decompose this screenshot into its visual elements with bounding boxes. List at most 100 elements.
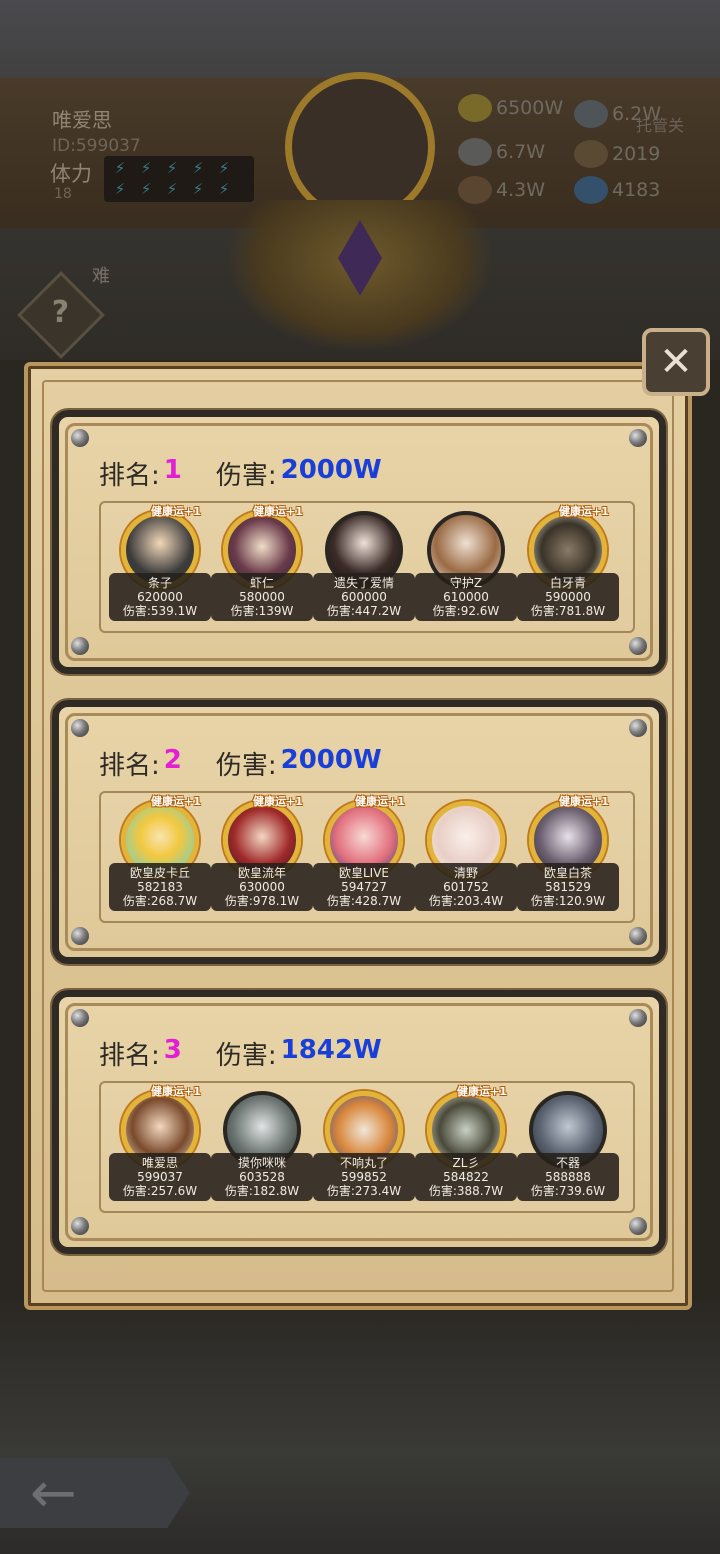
lightning-icon: ⚡ — [114, 180, 126, 198]
member-damage: 伤害:182.8W — [224, 1184, 300, 1198]
stone-icon — [458, 138, 492, 166]
member-slot[interactable]: 健康运+1 虾仁 580000 伤害:139W — [211, 505, 313, 641]
stamina-label: 体力 — [50, 162, 92, 186]
buff-badge: 健康运+1 — [151, 1085, 201, 1098]
member-name: 不响丸了 — [339, 1156, 388, 1170]
difficulty-tab[interactable]: 难 — [92, 262, 110, 288]
member-slot[interactable]: 健康运+1 欧皇流年 630000 伤害:978.1W — [211, 795, 313, 931]
buff-badge: 健康运+1 — [253, 795, 303, 808]
member-slot[interactable]: 守护Z 610000 伤害:92.6W — [415, 511, 517, 641]
member-score: 630000 — [239, 880, 285, 894]
buff-badge: 健康运+1 — [355, 795, 405, 808]
member-name: 守护Z — [449, 576, 483, 590]
resource-crystal: 4183 — [574, 176, 660, 204]
member-score: 590000 — [545, 590, 591, 604]
member-slot[interactable]: 不器 588888 伤害:739.6W — [517, 1091, 619, 1221]
rank-number: 1 — [163, 455, 182, 485]
resource-gold: 6500W — [458, 94, 563, 122]
member-slot[interactable]: 健康运+1 条子 620000 伤害:539.1W — [109, 505, 211, 641]
damage-label: 伤害: — [215, 1041, 277, 1071]
member-damage: 伤害:781.8W — [530, 604, 606, 618]
damage-label: 伤害: — [215, 461, 277, 491]
rivet-icon — [629, 719, 647, 737]
iron-icon — [574, 100, 608, 128]
member-score: 601752 — [443, 880, 489, 894]
rank-header: 排名: 3 伤害: 1842W — [99, 1035, 382, 1072]
member-damage: 伤害:92.6W — [432, 604, 500, 618]
member-slot[interactable]: 不响丸了 599852 伤害:273.4W — [313, 1091, 415, 1221]
member-score: 603528 — [239, 1170, 285, 1184]
lightning-icon: ⚡ — [166, 159, 178, 177]
member-damage: 伤害:257.6W — [122, 1184, 198, 1198]
member-name: 不器 — [555, 1156, 580, 1170]
close-button[interactable]: ✕ — [642, 328, 710, 396]
member-slot[interactable]: 健康运+1 欧皇皮卡丘 582183 伤害:268.7W — [109, 795, 211, 931]
rank-label: 排名: — [99, 1041, 160, 1071]
member-damage: 伤害:739.6W — [530, 1184, 606, 1198]
member-damage: 伤害:273.4W — [326, 1184, 402, 1198]
member-info: 欧皇LIVE 594727 伤害:428.7W — [313, 863, 415, 911]
member-slot[interactable]: 健康运+1 欧皇白茶 581529 伤害:120.9W — [517, 795, 619, 931]
back-button[interactable]: ← — [0, 1458, 190, 1528]
rank-number: 2 — [163, 745, 182, 775]
member-slot[interactable]: 清野 601752 伤害:203.4W — [415, 801, 517, 931]
lightning-icon: ⚡ — [166, 180, 178, 198]
team-damage: 2000W — [280, 455, 382, 485]
member-name: 条子 — [147, 576, 172, 590]
lightning-icon: ⚡ — [140, 180, 152, 198]
rivet-icon — [629, 429, 647, 447]
member-list: 健康运+1 条子 620000 伤害:539.1W 健康运+1 虾仁 58000… — [99, 501, 635, 633]
member-slot[interactable]: 健康运+1 欧皇LIVE 594727 伤害:428.7W — [313, 795, 415, 931]
lightning-icon: ⚡ — [140, 159, 152, 177]
member-info: 欧皇皮卡丘 582183 伤害:268.7W — [109, 863, 211, 911]
buff-badge: 健康运+1 — [151, 795, 201, 808]
member-slot[interactable]: 摸你咪咪 603528 伤害:182.8W — [211, 1091, 313, 1221]
member-slot[interactable]: 健康运+1 ZL彡 584822 伤害:388.7W — [415, 1085, 517, 1221]
scroll-icon — [574, 140, 608, 168]
member-name: 白牙青 — [549, 576, 586, 590]
member-score: 620000 — [137, 590, 183, 604]
member-score: 588888 — [545, 1170, 591, 1184]
member-name: ZL彡 — [452, 1156, 480, 1170]
rivet-icon — [71, 429, 89, 447]
rivet-icon — [71, 1217, 89, 1235]
member-score: 599037 — [137, 1170, 183, 1184]
stamina-value: 18 — [54, 186, 72, 202]
member-list: 健康运+1 唯爱思 599037 伤害:257.6W 摸你咪咪 603528 伤… — [99, 1081, 635, 1213]
member-damage: 伤害:268.7W — [122, 894, 198, 908]
lightning-icon: ⚡ — [218, 159, 230, 177]
lightning-icon: ⚡ — [218, 180, 230, 198]
member-name: 摸你咪咪 — [237, 1156, 286, 1170]
member-slot[interactable]: 健康运+1 唯爱思 599037 伤害:257.6W — [109, 1085, 211, 1221]
member-name: 清野 — [453, 866, 478, 880]
member-damage: 伤害:539.1W — [122, 604, 198, 618]
rank-number: 3 — [163, 1035, 182, 1065]
team-damage: 1842W — [280, 1035, 382, 1065]
member-name: 唯爱思 — [141, 1156, 178, 1170]
rank-label: 排名: — [99, 461, 160, 491]
damage-label: 伤害: — [215, 751, 277, 781]
rank-card: 排名: 3 伤害: 1842W 健康运+1 唯爱思 599037 伤害:257.… — [52, 990, 666, 1254]
question-icon: ? — [51, 294, 70, 330]
rivet-icon — [71, 927, 89, 945]
auto-mode-button[interactable]: 托管关 — [636, 112, 684, 136]
member-info: 清野 601752 伤害:203.4W — [415, 863, 517, 911]
member-slot[interactable]: 健康运+1 白牙青 590000 伤害:781.8W — [517, 505, 619, 641]
member-info: 虾仁 580000 伤害:139W — [211, 573, 313, 621]
member-score: 594727 — [341, 880, 387, 894]
member-name: 遗失了爱情 — [333, 576, 394, 590]
member-score: 581529 — [545, 880, 591, 894]
member-damage: 伤害:447.2W — [326, 604, 402, 618]
lightning-icon: ⚡ — [114, 159, 126, 177]
member-slot[interactable]: 遗失了爱情 600000 伤害:447.2W — [313, 511, 415, 641]
member-info: 白牙青 590000 伤害:781.8W — [517, 573, 619, 621]
rank-header: 排名: 2 伤害: 2000W — [99, 745, 382, 782]
member-damage: 伤害:203.4W — [428, 894, 504, 908]
member-damage: 伤害:428.7W — [326, 894, 402, 908]
buff-badge: 健康运+1 — [457, 1085, 507, 1098]
resource-stone: 6.7W — [458, 138, 545, 166]
rivet-icon — [71, 719, 89, 737]
member-score: 600000 — [341, 590, 387, 604]
member-info: 条子 620000 伤害:539.1W — [109, 573, 211, 621]
rank-card: 排名: 1 伤害: 2000W 健康运+1 条子 620000 伤害:539.1… — [52, 410, 666, 674]
